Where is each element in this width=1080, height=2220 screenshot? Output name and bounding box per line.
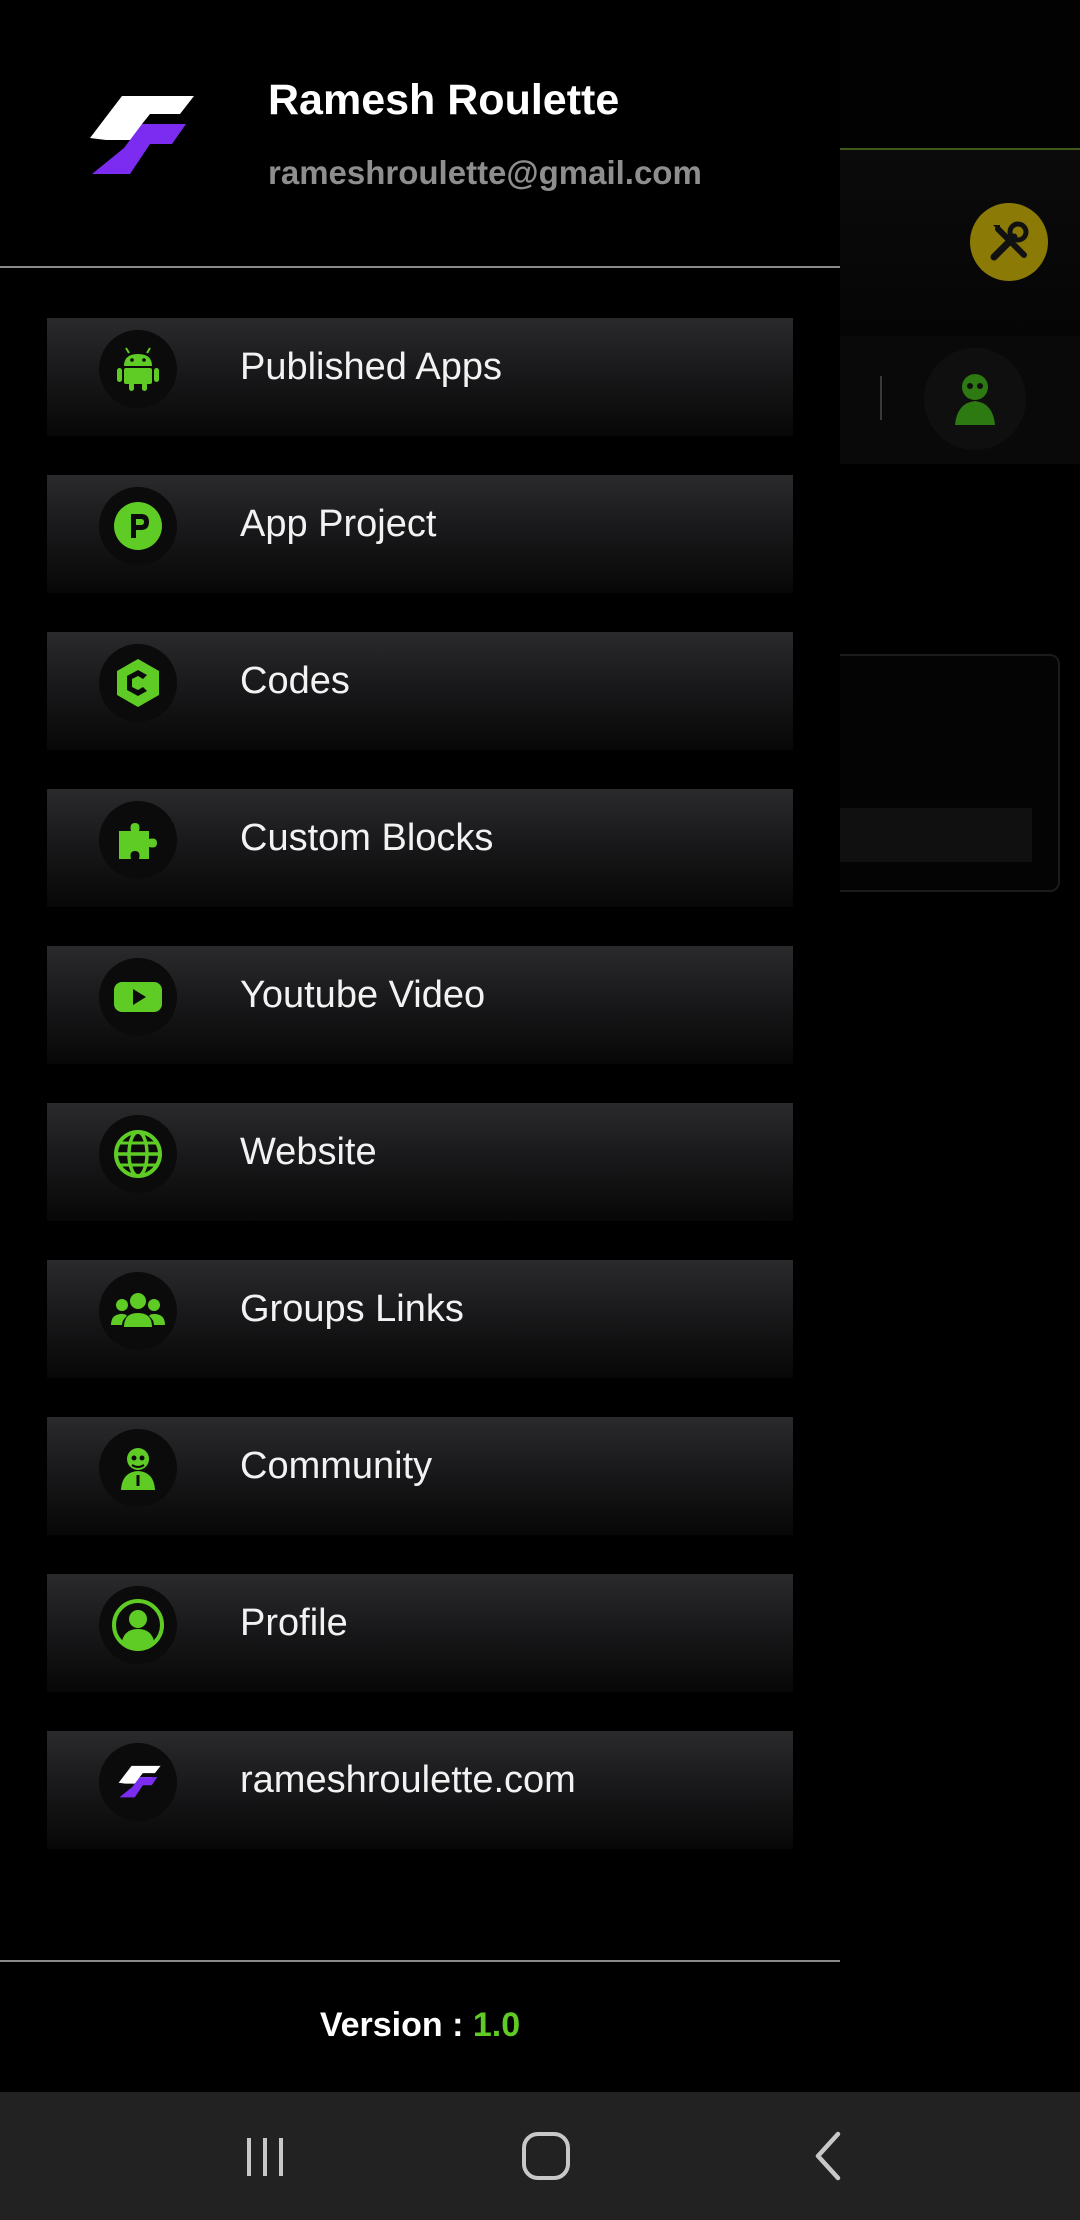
menu-item-label: Custom Blocks <box>240 817 494 859</box>
community-icon <box>99 1429 177 1507</box>
profile-icon <box>99 1586 177 1664</box>
menu-item-groups-links[interactable]: Groups Links <box>47 1260 793 1378</box>
menu-item-published-apps[interactable]: Published Apps <box>47 318 793 436</box>
community-button[interactable] <box>924 348 1026 450</box>
menu-item-label: Published Apps <box>240 346 502 388</box>
home-button[interactable] <box>466 2092 626 2220</box>
user-name: Ramesh Roulette <box>268 76 620 124</box>
brand-logo-icon <box>90 96 194 174</box>
menu-item-custom-blocks[interactable]: Custom Blocks <box>47 789 793 907</box>
menu-item-label: Youtube Video <box>240 974 486 1016</box>
android-icon <box>99 330 177 408</box>
version-number: 1.0 <box>472 2006 521 2044</box>
menu-item-codes[interactable]: Codes <box>47 632 793 750</box>
menu-item-app-project[interactable]: App Project <box>47 475 793 593</box>
menu-item-label: rameshroulette.com <box>240 1759 576 1801</box>
menu-item-profile[interactable]: Profile <box>47 1574 793 1692</box>
user-email: rameshroulette@gmail.com <box>268 154 702 191</box>
navigation-drawer: Ramesh Roulette rameshroulette@gmail.com… <box>0 0 840 2092</box>
back-button[interactable] <box>748 2092 908 2220</box>
c-badge-icon <box>99 644 177 722</box>
brand-logo-icon <box>99 1743 177 1821</box>
system-navigation-bar <box>0 2092 1080 2220</box>
menu-item-label: Codes <box>240 660 350 702</box>
menu-item-label: Community <box>240 1445 433 1487</box>
tools-button[interactable] <box>970 203 1048 281</box>
menu-item-youtube-video[interactable]: Youtube Video <box>47 946 793 1064</box>
drawer-header: Ramesh Roulette rameshroulette@gmail.com <box>0 0 840 268</box>
puzzle-icon <box>99 801 177 879</box>
menu-item-label: App Project <box>240 503 437 545</box>
content-card-strip <box>840 808 1032 862</box>
tab-divider <box>880 376 882 420</box>
tools-icon <box>990 221 1029 261</box>
p-badge-icon <box>99 487 177 565</box>
menu-item-label: Website <box>240 1131 377 1173</box>
version-label: Version : <box>319 2006 473 2044</box>
menu-item-label: Profile <box>240 1602 348 1644</box>
menu-item-website-link[interactable]: rameshroulette.com <box>47 1731 793 1849</box>
group-icon <box>99 1272 177 1350</box>
version-text: Version : 1.0 <box>0 2006 840 2045</box>
menu-item-label: Groups Links <box>240 1288 464 1330</box>
recent-apps-button[interactable] <box>185 2092 345 2220</box>
back-chevron-icon <box>815 2131 841 2181</box>
community-icon <box>955 374 995 425</box>
footer-divider <box>0 1960 840 1962</box>
recent-apps-icon <box>247 2138 283 2176</box>
menu-item-website[interactable]: Website <box>47 1103 793 1221</box>
globe-icon <box>99 1115 177 1193</box>
home-icon <box>522 2132 570 2180</box>
youtube-icon <box>99 958 177 1036</box>
menu-item-community[interactable]: Community <box>47 1417 793 1535</box>
